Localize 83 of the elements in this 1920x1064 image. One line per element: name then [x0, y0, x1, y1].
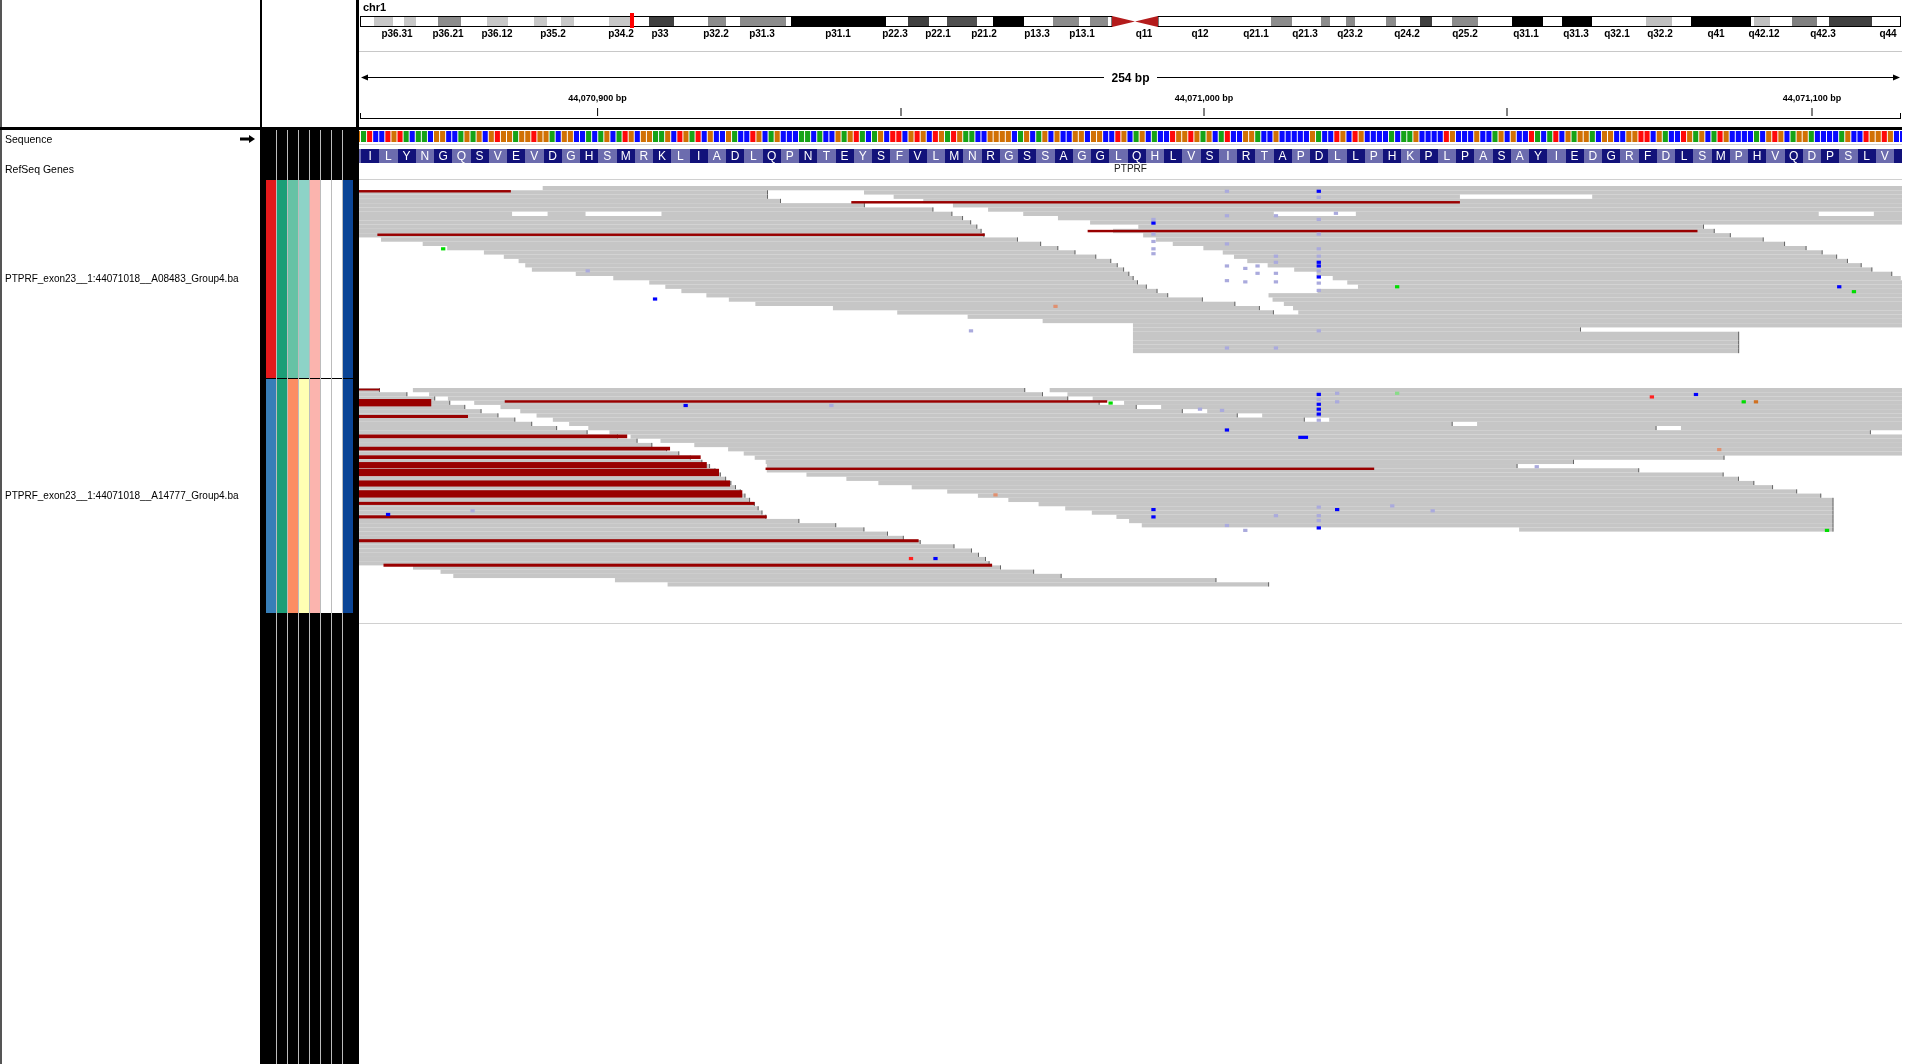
- track-name: RefSeq Genes: [5, 163, 74, 175]
- amino-acid: Q: [452, 149, 471, 163]
- amino-acid: F: [890, 149, 909, 163]
- amino-acid: V: [1182, 149, 1201, 163]
- amino-acid: P: [1456, 149, 1475, 163]
- amino-acid: L: [379, 149, 398, 163]
- amino-acid: G: [1602, 149, 1621, 163]
- cytoband-label: p34.2: [608, 27, 634, 39]
- amino-acid: I: [361, 149, 380, 163]
- cytoband-label: q21.3: [1292, 27, 1318, 39]
- cytoband-label: p35.2: [540, 27, 566, 39]
- amino-acid-fragment: [1894, 149, 1902, 163]
- cytoband-label: p36.21: [432, 27, 464, 39]
- amino-acid: R: [1620, 149, 1639, 163]
- amino-acid: G: [434, 149, 453, 163]
- amino-acid: G: [1091, 149, 1110, 163]
- amino-acid: L: [1675, 149, 1694, 163]
- amino-acid: S: [1018, 149, 1037, 163]
- ruler-tick-label: 44,070,900 bp: [568, 93, 627, 103]
- cytoband-label: q25.2: [1452, 27, 1478, 39]
- gene-name: PTPRF: [1114, 163, 1147, 174]
- cytoband-label: p22.1: [925, 27, 951, 39]
- cytoband-label: p36.12: [481, 27, 513, 39]
- amino-acid: H: [1748, 149, 1767, 163]
- cytoband-label: q31.1: [1513, 27, 1539, 39]
- cytoband-label: p22.3: [882, 27, 908, 39]
- amino-acid: P: [1821, 149, 1840, 163]
- amino-acid: E: [507, 149, 526, 163]
- right-arrow-icon[interactable]: [240, 135, 255, 143]
- amino-acid: R: [1237, 149, 1256, 163]
- amino-acid: L: [1328, 149, 1347, 163]
- cytoband-label: q32.1: [1604, 27, 1630, 39]
- cytoband-label: p32.2: [703, 27, 729, 39]
- amino-acid: H: [1383, 149, 1402, 163]
- track-name: PTPRF_exon23__1:44071018__A14777_Group4.ba: [5, 489, 239, 502]
- track-name: Sequence: [5, 133, 53, 145]
- amino-acid: T: [1255, 149, 1274, 163]
- amino-acid: S: [1693, 149, 1712, 163]
- cytoband-label: q42.3: [1810, 27, 1836, 39]
- cytoband-label: q12: [1191, 27, 1209, 39]
- cytoband-label: q31.3: [1563, 27, 1589, 39]
- amino-acid: V: [1766, 149, 1785, 163]
- amino-acid: D: [726, 149, 745, 163]
- amino-acid: I: [1547, 149, 1566, 163]
- cytoband-label: p31.3: [749, 27, 775, 39]
- amino-acid: V: [525, 149, 544, 163]
- cytoband-label: q41: [1707, 27, 1725, 39]
- cytoband-label: p31.1: [825, 27, 851, 39]
- amino-acid: A: [1474, 149, 1493, 163]
- amino-acid: S: [598, 149, 617, 163]
- cytoband-label: p13.3: [1024, 27, 1050, 39]
- cytoband-label: q44: [1879, 27, 1897, 39]
- amino-acid: S: [1839, 149, 1858, 163]
- cytoband-label: q11: [1135, 27, 1153, 39]
- amino-acid: T: [817, 149, 836, 163]
- cytoband-label: q21.1: [1243, 27, 1269, 39]
- cytoband-label: q32.2: [1647, 27, 1673, 39]
- ruler-span-label: 254 bp: [1111, 70, 1150, 85]
- chromosome-name: chr1: [363, 1, 387, 13]
- amino-acid: M: [945, 149, 964, 163]
- cytoband-label: q42.12: [1748, 27, 1780, 39]
- amino-acid: H: [580, 149, 599, 163]
- track-name: PTPRF_exon23__1:44071018__A08483_Group4.ba: [5, 273, 239, 285]
- amino-acid: D: [1310, 149, 1329, 163]
- amino-acid: L: [744, 149, 763, 163]
- ruler-tick-label: 44,071,000 bp: [1174, 93, 1234, 103]
- cytoband-label: p33: [651, 27, 669, 39]
- amino-acid: S: [872, 149, 891, 163]
- cytoband-label: q23.2: [1337, 27, 1363, 39]
- cytoband-label: q24.2: [1394, 27, 1420, 39]
- cytoband-label: p36.31: [381, 27, 413, 39]
- amino-acid: Y: [1529, 149, 1548, 163]
- amino-acid: S: [1036, 149, 1055, 163]
- amino-acid: L: [671, 149, 690, 163]
- amino-acid: K: [1401, 149, 1420, 163]
- amino-acid: N: [799, 149, 818, 163]
- ruler-tick-label: 44,071,100 bp: [1782, 93, 1842, 103]
- amino-acid: K: [653, 149, 672, 163]
- amino-acid: L: [1164, 149, 1183, 163]
- cytoband-label: p21.2: [971, 27, 997, 39]
- cytoband-label: p13.1: [1069, 27, 1095, 39]
- amino-acid: L: [1109, 149, 1128, 163]
- amino-acid: N: [963, 149, 982, 163]
